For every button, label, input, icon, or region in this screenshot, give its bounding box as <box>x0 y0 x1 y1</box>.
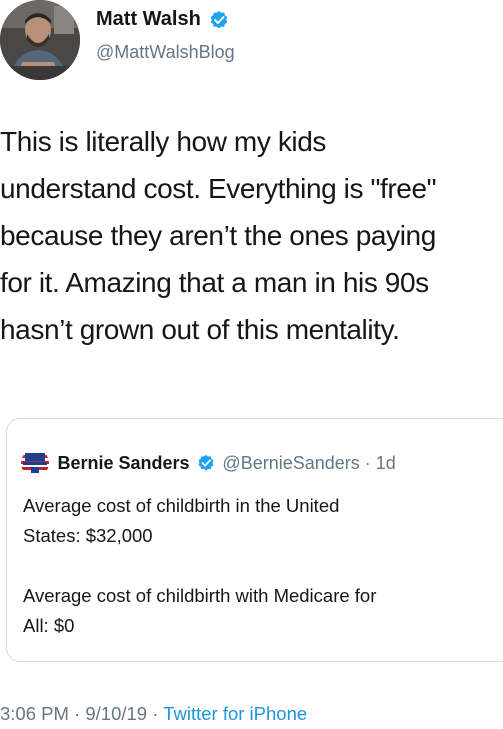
verified-badge-icon <box>197 454 215 472</box>
quoted-tweet-text: Average cost of childbirth in the United… <box>23 491 503 671</box>
author-name-line: Matt Walsh <box>96 8 229 38</box>
tweet-text-line: This is literally how my kids <box>0 126 327 157</box>
tweet-text-line: hasn’t grown out of this mentality. <box>0 314 400 345</box>
quoted-tweet-line: Average cost of childbirth with Medicare… <box>23 585 377 606</box>
quoted-author-name[interactable]: Bernie Sanders <box>57 453 189 473</box>
tweet-author: Matt Walsh @MattWalshBlog <box>0 0 503 90</box>
quoted-tweet-paragraph: Average cost of childbirth with Medicare… <box>23 581 503 641</box>
quoted-tweet-line: States: $32,000 <box>23 525 153 546</box>
tweet-time[interactable]: 3:06 PM <box>0 703 69 724</box>
quoted-author-handle-time[interactable]: @BernieSanders · 1d <box>222 453 395 473</box>
tweet-source-link[interactable]: Twitter for iPhone <box>163 703 307 724</box>
tweet: Matt Walsh @MattWalshBlog This is litera… <box>0 0 503 729</box>
author-avatar[interactable] <box>0 0 80 80</box>
tweet-meta: 3:06 PM · 9/10/19 · Twitter for iPhone <box>0 703 307 725</box>
tweet-date[interactable]: 9/10/19 <box>85 703 147 724</box>
tweet-text-line: understand cost. Everything is "free" <box>0 173 437 204</box>
quoted-tweet-paragraph: Average cost of childbirth in the United… <box>23 491 503 551</box>
author-handle[interactable]: @MattWalshBlog <box>96 42 235 63</box>
tweet-text: This is literally how my kids understand… <box>0 118 503 353</box>
quoted-tweet-line: All: $0 <box>23 615 75 636</box>
quoted-author-avatar <box>21 449 49 477</box>
meta-separator: · <box>147 703 164 724</box>
meta-separator: · <box>68 703 86 724</box>
quoted-tweet-card[interactable]: Bernie Sanders @BernieSanders · 1d Avera… <box>6 418 503 662</box>
tweet-text-line: because they aren’t the ones paying <box>0 220 436 251</box>
tweet-text-line: for it. Amazing that a man in his 90s <box>0 267 429 298</box>
quoted-tweet-line: Average cost of childbirth in the United <box>23 495 340 516</box>
quoted-tweet-header: Bernie Sanders @BernieSanders · 1d <box>21 449 396 479</box>
author-name[interactable]: Matt Walsh <box>96 8 201 30</box>
verified-badge-icon <box>209 10 229 30</box>
